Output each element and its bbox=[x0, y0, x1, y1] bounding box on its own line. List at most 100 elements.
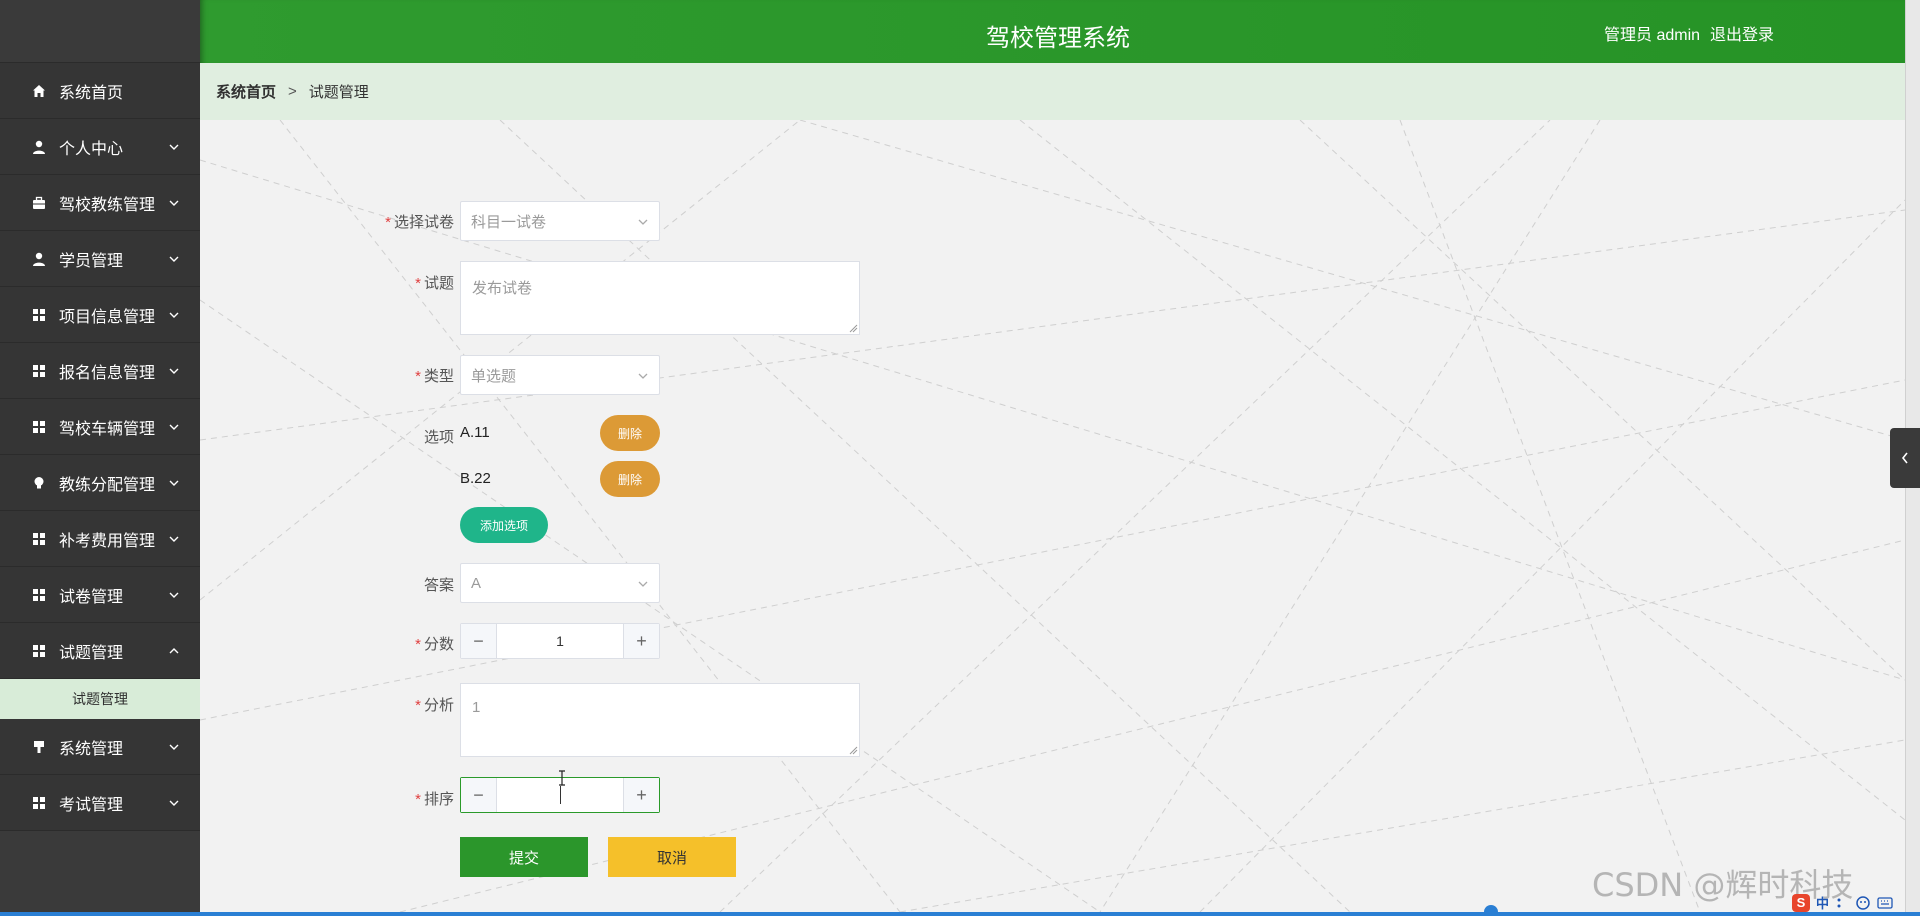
options-label: 选项 bbox=[324, 426, 454, 447]
chevron-down-icon bbox=[169, 592, 179, 598]
bulb-icon bbox=[31, 475, 47, 491]
side-panel-toggle[interactable] bbox=[1890, 428, 1920, 488]
sidebar-item-2[interactable]: 驾校教练管理 bbox=[0, 175, 200, 231]
breadcrumb: 系统首页 > 试题管理 bbox=[200, 63, 1905, 120]
sidebar-item-label: 学员管理 bbox=[59, 252, 124, 270]
sidebar-item-7[interactable]: 教练分配管理 bbox=[0, 455, 200, 511]
sidebar-item-9[interactable]: 试卷管理 bbox=[0, 567, 200, 623]
chevron-down-icon bbox=[169, 424, 179, 430]
submenu-item-question-management[interactable]: 试题管理 bbox=[0, 679, 200, 719]
grid-icon bbox=[31, 531, 47, 547]
emoji-icon[interactable] bbox=[1855, 895, 1871, 911]
required-marker: * bbox=[385, 214, 391, 231]
chevron-down-icon bbox=[169, 144, 179, 150]
ime-toolbar[interactable]: S 中 bbox=[1792, 893, 1893, 912]
grid-icon bbox=[31, 419, 47, 435]
sidebar-item-label: 试卷管理 bbox=[59, 588, 124, 606]
chevron-left-icon bbox=[1901, 452, 1908, 464]
required-marker: * bbox=[415, 275, 421, 292]
sidebar-item-3[interactable]: 学员管理 bbox=[0, 231, 200, 287]
resize-handle-icon[interactable] bbox=[848, 323, 858, 333]
score-decrement-button[interactable]: − bbox=[461, 624, 497, 658]
sidebar-item-8[interactable]: 补考费用管理 bbox=[0, 511, 200, 567]
chevron-down-icon bbox=[169, 480, 179, 486]
delete-option-b-button[interactable]: 删除 bbox=[600, 461, 660, 497]
option-item-b: B.22 bbox=[460, 470, 491, 487]
sidebar-menu: 系统首页个人中心驾校教练管理 学员管理项目信息管理 报名信息管理驾校车辆管理教练分配… bbox=[0, 63, 200, 831]
score-label-text: 分数 bbox=[423, 636, 454, 653]
cancel-button[interactable]: 取消 bbox=[608, 837, 736, 877]
chevron-down-icon bbox=[169, 256, 179, 262]
grid-icon bbox=[31, 307, 47, 323]
chevron-down-icon bbox=[169, 312, 179, 318]
top-header: 驾校管理系统 管理员 admin 退出登录 bbox=[200, 0, 1905, 63]
question-textarea-value: 发布试卷 bbox=[472, 280, 533, 297]
sidebar-item-0[interactable]: 系统首页 bbox=[0, 63, 200, 119]
taskbar-dot bbox=[1484, 905, 1498, 916]
order-label: * 排序 bbox=[324, 788, 454, 809]
score-stepper[interactable]: − 1 + bbox=[460, 623, 660, 659]
admin-user-label: 管理员 admin bbox=[1604, 27, 1701, 44]
sidebar-logo-area bbox=[0, 0, 200, 63]
sidebar-item-label: 考试管理 bbox=[59, 796, 124, 814]
ime-logo-icon[interactable]: S bbox=[1792, 893, 1810, 912]
sidebar-item-label: 驾校教练管理 bbox=[59, 196, 156, 214]
grid-icon bbox=[31, 587, 47, 603]
content-area bbox=[200, 120, 1905, 912]
type-select[interactable]: 单选题 bbox=[460, 355, 660, 395]
required-marker: * bbox=[415, 636, 421, 653]
sidebar-item-12[interactable]: 考试管理 bbox=[0, 775, 200, 831]
punctuation-icon[interactable] bbox=[1835, 896, 1849, 910]
sidebar-item-5[interactable]: 报名信息管理 bbox=[0, 343, 200, 399]
resize-handle-icon[interactable] bbox=[848, 745, 858, 755]
ime-language-indicator[interactable]: 中 bbox=[1816, 893, 1829, 912]
options-label-text: 选项 bbox=[423, 429, 454, 446]
question-textarea[interactable]: 发布试卷 bbox=[460, 261, 860, 335]
briefcase-icon bbox=[31, 195, 47, 211]
text-caret bbox=[559, 786, 561, 804]
order-decrement-button[interactable]: − bbox=[461, 778, 497, 812]
sidebar-item-1[interactable]: 个人中心 bbox=[0, 119, 200, 175]
paper-select-value: 科目一试卷 bbox=[471, 213, 547, 231]
required-marker: * bbox=[415, 368, 421, 385]
paper-label: * 选择试卷 bbox=[324, 211, 454, 232]
question-label-text: 试题 bbox=[423, 275, 454, 292]
user-icon bbox=[31, 251, 47, 267]
keyboard-icon[interactable] bbox=[1877, 895, 1893, 911]
sidebar-item-label: 驾校车辆管理 bbox=[59, 420, 156, 438]
sidebar-item-11[interactable]: 系统管理 bbox=[0, 719, 200, 775]
sidebar: 系统首页个人中心驾校教练管理 学员管理项目信息管理 报名信息管理驾校车辆管理教练分配… bbox=[0, 0, 200, 916]
option-item-a: A.11 bbox=[460, 424, 490, 441]
chevron-up-icon bbox=[169, 647, 179, 653]
submit-button[interactable]: 提交 bbox=[460, 837, 588, 877]
sidebar-item-6[interactable]: 驾校车辆管理 bbox=[0, 399, 200, 455]
chevron-down-icon bbox=[169, 800, 179, 806]
logout-link[interactable]: 退出登录 bbox=[1710, 21, 1774, 45]
score-increment-button[interactable]: + bbox=[623, 624, 659, 658]
analysis-textarea[interactable]: 1 bbox=[460, 683, 860, 757]
add-option-button[interactable]: 添加选项 bbox=[460, 507, 548, 543]
chevron-down-icon bbox=[638, 219, 648, 225]
chevron-down-icon bbox=[169, 744, 179, 750]
paper-select[interactable]: 科目一试卷 bbox=[460, 201, 660, 241]
pin-icon bbox=[31, 739, 47, 755]
sidebar-item-label: 系统管理 bbox=[59, 740, 124, 758]
sidebar-item-label: 系统首页 bbox=[59, 84, 124, 102]
delete-option-a-button[interactable]: 删除 bbox=[600, 415, 660, 451]
home-icon bbox=[31, 83, 47, 99]
chevron-down-icon bbox=[169, 368, 179, 374]
sidebar-item-4[interactable]: 项目信息管理 bbox=[0, 287, 200, 343]
chevron-down-icon bbox=[638, 581, 648, 587]
answer-select[interactable]: A bbox=[460, 563, 660, 603]
chevron-down-icon bbox=[638, 373, 648, 379]
grid-icon bbox=[31, 643, 47, 659]
score-value[interactable]: 1 bbox=[497, 624, 623, 658]
breadcrumb-home-link[interactable]: 系统首页 bbox=[216, 81, 276, 102]
order-increment-button[interactable]: + bbox=[623, 778, 659, 812]
text-cursor-icon bbox=[559, 770, 565, 786]
question-label: * 试题 bbox=[324, 272, 454, 293]
sidebar-item-label: 个人中心 bbox=[59, 140, 124, 158]
analysis-textarea-value: 1 bbox=[472, 699, 481, 716]
sidebar-item-10[interactable]: 试题管理 bbox=[0, 623, 200, 679]
type-label: * 类型 bbox=[324, 365, 454, 386]
